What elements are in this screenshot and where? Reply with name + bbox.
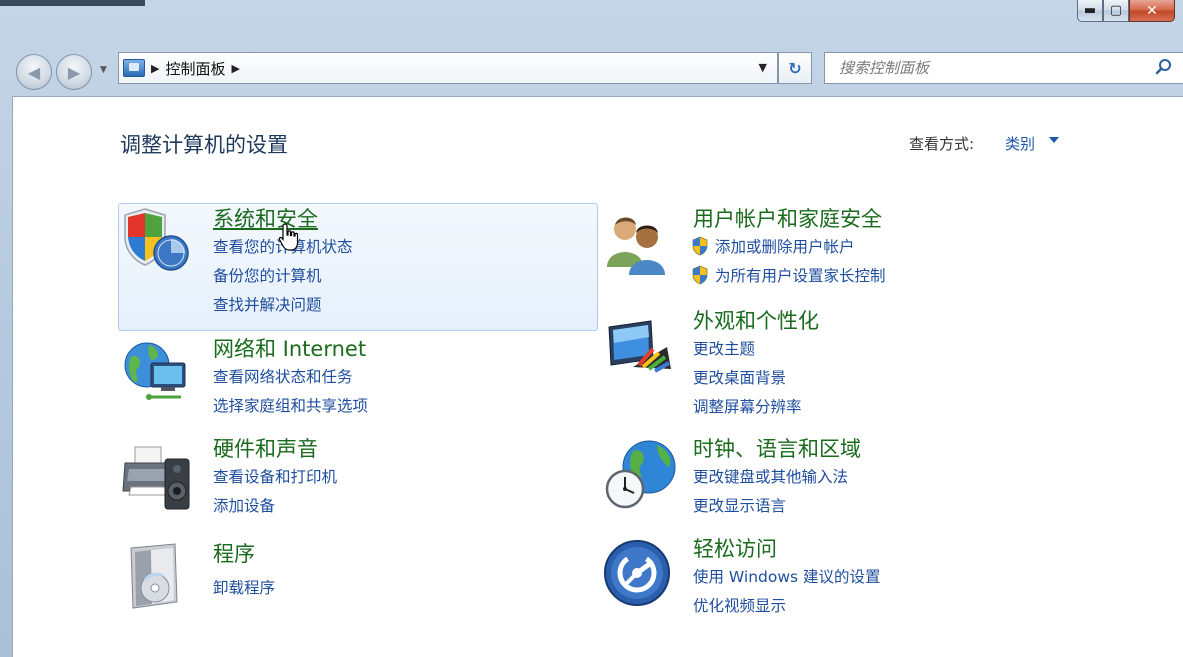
- link-change-display-language[interactable]: 更改显示语言: [693, 494, 786, 516]
- link-adjust-resolution[interactable]: 调整屏幕分辨率: [693, 395, 802, 417]
- recent-pages-dropdown[interactable]: ▼: [100, 65, 107, 75]
- link-use-recommended-settings[interactable]: 使用 Windows 建议的设置: [693, 565, 881, 587]
- link-backup-computer[interactable]: 备份您的计算机: [213, 264, 322, 286]
- search-icon[interactable]: [1155, 58, 1173, 76]
- programs-box-icon: [130, 543, 178, 609]
- search-box[interactable]: [824, 52, 1183, 84]
- printer-speaker-icon: [122, 446, 190, 510]
- network-globe-icon: [124, 342, 186, 400]
- control-panel-window: ▬ ▢ ✕ ◀ ▶ ▼ ▶ 控制面板 ▶ ▼ ↻ 调整计算机的设置 查看方式: …: [0, 0, 1183, 657]
- category-heading-user-accounts[interactable]: 用户帐户和家庭安全: [693, 203, 882, 233]
- search-input[interactable]: [825, 59, 1135, 77]
- close-button[interactable]: ✕: [1129, 0, 1175, 22]
- view-by-label: 查看方式:: [909, 135, 975, 153]
- category-heading-hardware-sound[interactable]: 硬件和声音: [213, 433, 318, 463]
- link-add-device[interactable]: 添加设备: [213, 494, 275, 516]
- shield-security-icon: [124, 208, 189, 271]
- uac-shield-icon: [692, 265, 708, 285]
- users-icon: [607, 217, 665, 275]
- window-controls: ▬ ▢ ✕: [1077, 0, 1175, 26]
- link-change-theme[interactable]: 更改主题: [693, 337, 755, 359]
- breadcrumb-separator-icon[interactable]: ▶: [231, 62, 239, 75]
- title-bar[interactable]: ▬ ▢ ✕: [0, 0, 1183, 40]
- page-title: 调整计算机的设置: [120, 133, 288, 157]
- category-heading-system-security[interactable]: 系统和安全: [213, 203, 318, 233]
- link-optimize-visual-display[interactable]: 优化视频显示: [693, 594, 786, 616]
- category-heading-ease-of-access[interactable]: 轻松访问: [693, 533, 777, 563]
- link-change-desktop-background[interactable]: 更改桌面背景: [693, 366, 786, 388]
- category-heading-programs[interactable]: 程序: [213, 538, 255, 568]
- address-dropdown-icon[interactable]: ▼: [759, 61, 767, 74]
- address-bar[interactable]: ▶ 控制面板 ▶ ▼: [118, 52, 778, 84]
- category-heading-network-internet[interactable]: 网络和 Internet: [213, 333, 366, 363]
- forward-button[interactable]: ▶: [56, 54, 92, 90]
- refresh-button[interactable]: ↻: [778, 52, 812, 84]
- uac-shield-icon: [692, 236, 708, 256]
- back-button[interactable]: ◀: [16, 54, 52, 90]
- window-corner-decoration: [0, 0, 145, 6]
- chevron-down-icon[interactable]: [1049, 137, 1059, 143]
- link-label[interactable]: 为所有用户设置家长控制: [715, 267, 886, 285]
- breadcrumb-separator-icon[interactable]: ▶: [151, 62, 159, 75]
- link-change-input-methods[interactable]: 更改键盘或其他输入法: [693, 465, 848, 487]
- link-label[interactable]: 添加或删除用户帐户: [715, 238, 855, 256]
- clock-globe-icon: [605, 440, 676, 509]
- breadcrumb-control-panel[interactable]: 控制面板: [165, 58, 225, 79]
- main-content: 调整计算机的设置 查看方式: 类别 系统和安全 查看您的计算机状态 备份您的计算…: [12, 96, 1183, 657]
- hand-cursor-icon: [278, 223, 299, 251]
- monitor-palette-icon: [608, 320, 671, 373]
- link-devices-printers[interactable]: 查看设备和打印机: [213, 465, 337, 487]
- category-heading-appearance[interactable]: 外观和个性化: [693, 305, 819, 335]
- link-add-remove-accounts[interactable]: 添加或删除用户帐户: [691, 235, 855, 257]
- category-heading-clock-language-region[interactable]: 时钟、语言和区域: [693, 433, 861, 463]
- control-panel-icon: [123, 59, 145, 77]
- link-uninstall-program[interactable]: 卸载程序: [213, 576, 275, 598]
- view-by-dropdown[interactable]: 类别: [1005, 133, 1035, 154]
- link-parental-controls[interactable]: 为所有用户设置家长控制: [691, 264, 886, 286]
- ease-of-access-icon: [604, 540, 670, 606]
- link-troubleshoot[interactable]: 查找并解决问题: [213, 293, 322, 315]
- minimize-button[interactable]: ▬: [1077, 0, 1103, 22]
- link-network-status[interactable]: 查看网络状态和任务: [213, 365, 353, 387]
- link-homegroup-sharing[interactable]: 选择家庭组和共享选项: [213, 394, 368, 416]
- maximize-button[interactable]: ▢: [1103, 0, 1129, 22]
